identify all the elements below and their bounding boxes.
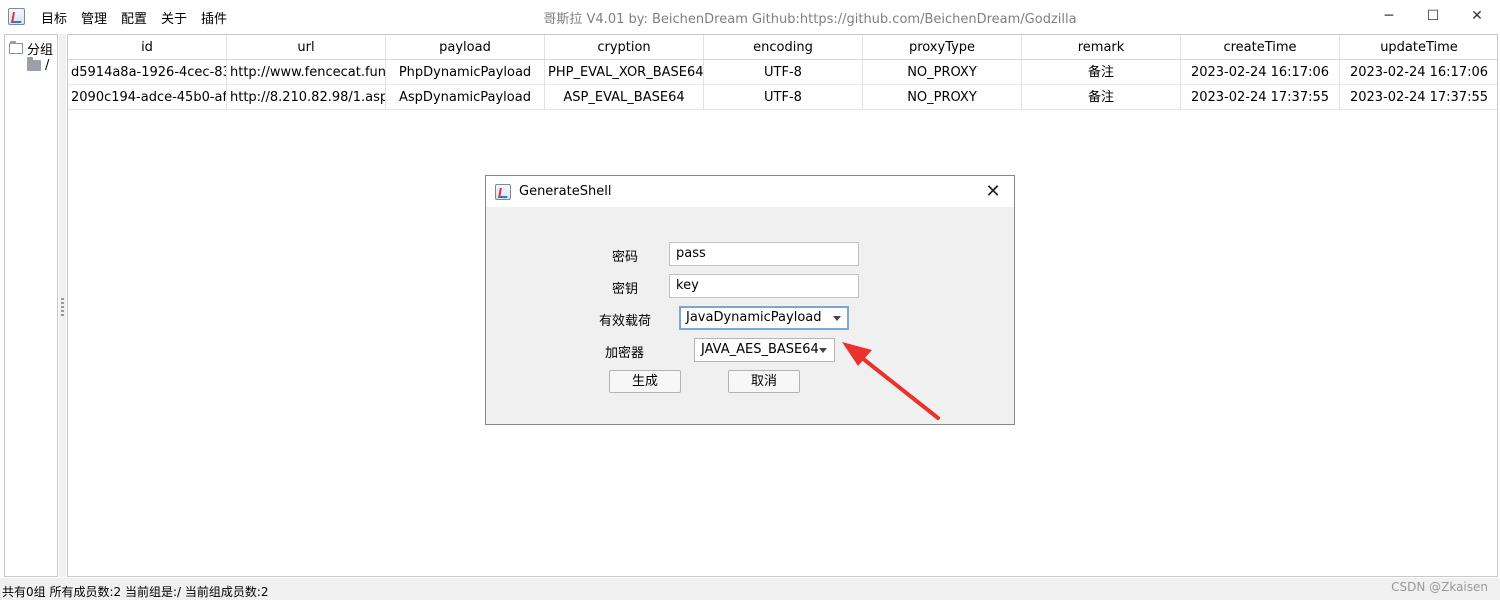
status-text: 共有0组 所有成员数:2 当前组是:/ 当前组成员数:2 bbox=[2, 585, 269, 599]
key-label: 密钥 bbox=[612, 282, 639, 297]
cryption-select[interactable]: JAVA_AES_BASE64 bbox=[694, 338, 835, 362]
annotation-arrow-shaft bbox=[850, 348, 940, 420]
close-window-button[interactable]: ✕ bbox=[1454, 0, 1500, 32]
column-header-encoding[interactable]: encoding bbox=[704, 35, 863, 60]
window-title: 哥斯拉 V4.01 by: BeichenDream Github:https:… bbox=[543, 12, 1077, 27]
payload-label: 有效载荷 bbox=[599, 314, 652, 329]
table-cell: 2023-02-24 16:17:06 bbox=[1181, 60, 1340, 85]
tree-root-label: 分组 bbox=[27, 43, 54, 58]
table-cell: UTF-8 bbox=[704, 60, 863, 85]
tree-node-slash[interactable]: / bbox=[27, 57, 50, 73]
maximize-button[interactable]: ☐ bbox=[1410, 0, 1456, 32]
table-row[interactable]: d5914a8a-1926-4cec-83... http://www.fenc… bbox=[68, 60, 1497, 85]
table-cell: ASP_EVAL_BASE64 bbox=[545, 85, 704, 110]
chevron-down-icon bbox=[833, 316, 841, 321]
dialog-close-button[interactable]: ✕ bbox=[980, 178, 1006, 204]
tree-child-label: / bbox=[45, 58, 50, 73]
table-cell: 备注 bbox=[1022, 60, 1181, 85]
cryption-label: 加密器 bbox=[605, 346, 645, 361]
table-row[interactable]: 2090c194-adce-45b0-afc... http://8.210.8… bbox=[68, 85, 1497, 110]
open-folder-icon bbox=[9, 41, 23, 54]
table-cell: PhpDynamicPayload bbox=[386, 60, 545, 85]
table-cell: 2090c194-adce-45b0-afc... bbox=[68, 85, 227, 110]
cryption-selected-value: JAVA_AES_BASE64 bbox=[701, 342, 819, 357]
password-field[interactable]: pass bbox=[669, 242, 859, 266]
dialog-title: GenerateShell bbox=[519, 184, 612, 199]
table-cell: 2023-02-24 16:17:06 bbox=[1340, 60, 1497, 85]
dialog-titlebar[interactable]: GenerateShell ✕ bbox=[486, 176, 1014, 207]
title-menu-bar: 目标 管理 配置 关于 插件 哥斯拉 V4.01 by: BeichenDrea… bbox=[0, 0, 1500, 33]
group-tree: 分组 / bbox=[4, 34, 58, 577]
column-header-url[interactable]: url bbox=[227, 35, 386, 60]
column-header-remark[interactable]: remark bbox=[1022, 35, 1181, 60]
cancel-button[interactable]: 取消 bbox=[728, 370, 800, 393]
table-cell: 备注 bbox=[1022, 85, 1181, 110]
table-header: id url payload cryption encoding proxyTy… bbox=[68, 35, 1497, 60]
column-header-updatetime[interactable]: updateTime bbox=[1340, 35, 1497, 60]
key-field[interactable]: key bbox=[669, 274, 859, 298]
table-cell: 2023-02-24 17:37:55 bbox=[1340, 85, 1497, 110]
column-header-payload[interactable]: payload bbox=[386, 35, 545, 60]
column-header-id[interactable]: id bbox=[68, 35, 227, 60]
password-label: 密码 bbox=[612, 250, 639, 265]
watermark-text: CSDN @Zkaisen bbox=[1391, 580, 1488, 594]
table-cell: 2023-02-24 17:37:55 bbox=[1181, 85, 1340, 110]
status-bar: 共有0组 所有成员数:2 当前组是:/ 当前组成员数:2 CSDN @Zkais… bbox=[0, 578, 1500, 600]
generate-button[interactable]: 生成 bbox=[609, 370, 681, 393]
table-cell: NO_PROXY bbox=[863, 60, 1022, 85]
table-cell: NO_PROXY bbox=[863, 85, 1022, 110]
column-header-cryption[interactable]: cryption bbox=[545, 35, 704, 60]
payload-selected-value: JavaDynamicPayload bbox=[686, 310, 822, 325]
folder-icon bbox=[27, 57, 41, 71]
table-cell: d5914a8a-1926-4cec-83... bbox=[68, 60, 227, 85]
payload-select[interactable]: JavaDynamicPayload bbox=[679, 306, 849, 330]
table-cell: AspDynamicPayload bbox=[386, 85, 545, 110]
table-cell: http://8.210.82.98/1.asp bbox=[227, 85, 386, 110]
table-cell: http://www.fencecat.fun/... bbox=[227, 60, 386, 85]
table-cell: UTF-8 bbox=[704, 85, 863, 110]
annotation-arrow-icon bbox=[842, 342, 940, 420]
tree-node-root[interactable]: 分组 bbox=[9, 39, 53, 58]
table-cell: PHP_EVAL_XOR_BASE64 bbox=[545, 60, 704, 85]
chevron-down-icon bbox=[819, 348, 827, 353]
java-dialog-icon bbox=[495, 184, 511, 200]
split-pane-grip-icon bbox=[61, 298, 64, 316]
column-header-proxytype[interactable]: proxyType bbox=[863, 35, 1022, 60]
column-header-createtime[interactable]: createTime bbox=[1181, 35, 1340, 60]
minimize-button[interactable]: ─ bbox=[1366, 0, 1412, 32]
